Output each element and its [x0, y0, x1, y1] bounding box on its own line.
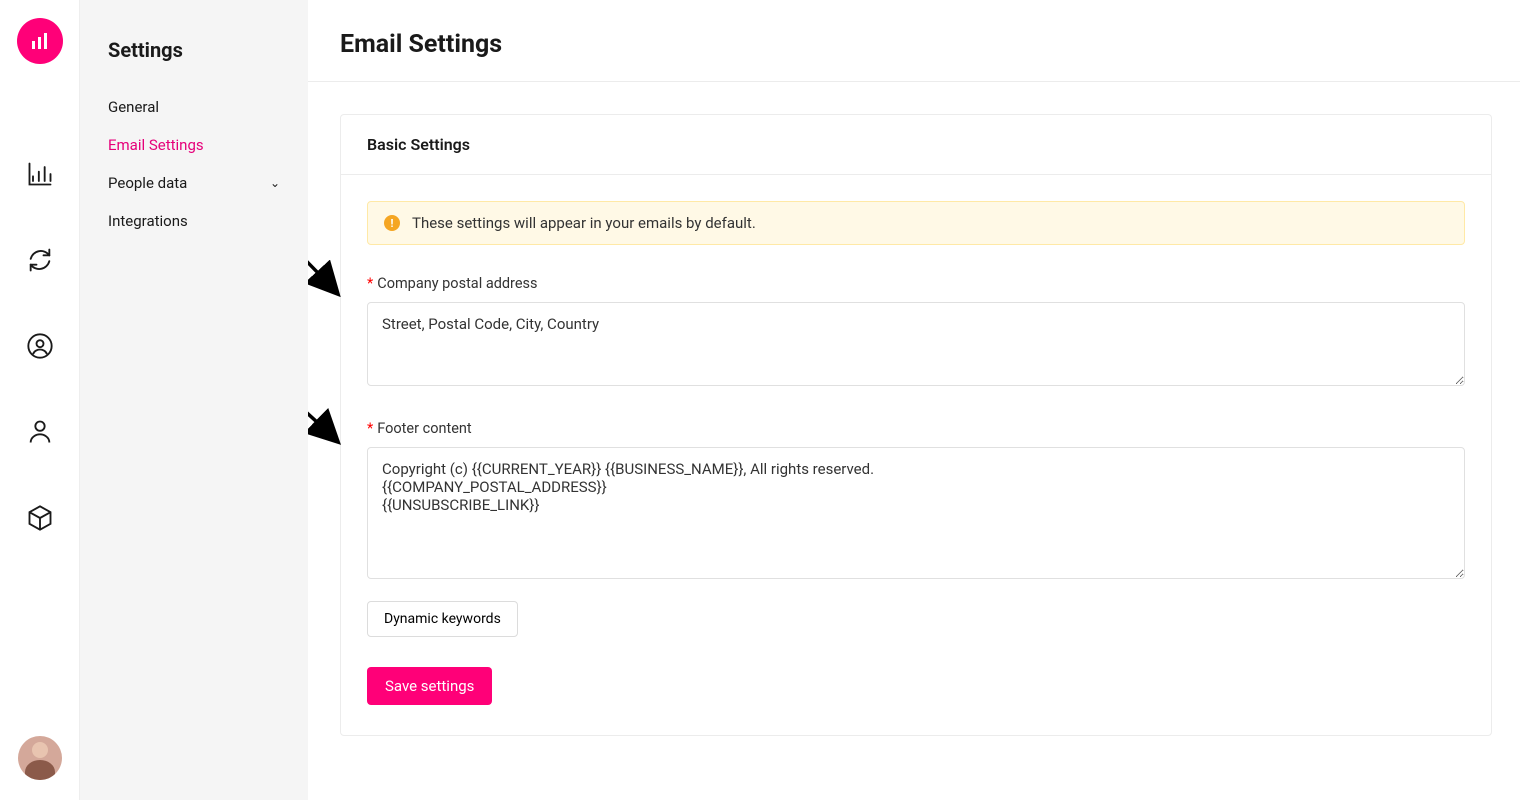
default-settings-alert: ! These settings will appear in your ema…	[367, 201, 1465, 245]
sidebar-item-people-data[interactable]: People data ⌄	[80, 164, 308, 202]
nav-sync[interactable]	[20, 240, 60, 280]
sidebar-item-label: People data	[108, 174, 187, 192]
sidebar-item-label: Integrations	[108, 212, 188, 230]
user-gear-icon	[26, 332, 54, 360]
footer-content-field: *Footer content	[367, 420, 1465, 583]
box-icon	[26, 504, 54, 532]
company-address-input[interactable]	[367, 302, 1465, 386]
footer-content-input[interactable]	[367, 447, 1465, 579]
sidebar-item-label: General	[108, 98, 159, 116]
chevron-down-icon: ⌄	[270, 176, 280, 190]
sidebar-item-email-settings[interactable]: Email Settings	[80, 126, 308, 164]
avatar[interactable]	[18, 736, 62, 780]
sidebar-item-label: Email Settings	[108, 136, 204, 154]
company-address-label: *Company postal address	[367, 275, 1465, 292]
logo[interactable]	[17, 18, 63, 64]
company-address-field: *Company postal address	[367, 275, 1465, 390]
sidebar-item-integrations[interactable]: Integrations	[80, 202, 308, 240]
alert-text: These settings will appear in your email…	[412, 214, 756, 232]
sync-icon	[26, 246, 54, 274]
sidebar-item-general[interactable]: General	[80, 88, 308, 126]
save-settings-button[interactable]: Save settings	[367, 667, 492, 705]
basic-settings-card: Basic Settings ! These settings will app…	[340, 114, 1492, 736]
page-title: Email Settings	[340, 30, 1492, 59]
bar-chart-icon	[26, 160, 54, 188]
divider	[308, 81, 1520, 82]
dynamic-keywords-button[interactable]: Dynamic keywords	[367, 601, 518, 637]
info-icon: !	[384, 215, 400, 231]
user-icon	[26, 418, 54, 446]
settings-sidebar: Settings General Email Settings People d…	[80, 0, 308, 800]
nav-user[interactable]	[20, 412, 60, 452]
nav-audience[interactable]	[20, 326, 60, 366]
nav-analytics[interactable]	[20, 154, 60, 194]
icon-rail	[0, 0, 80, 800]
card-header: Basic Settings	[341, 115, 1491, 175]
main-content: Email Settings Basic Settings ! These se…	[308, 0, 1520, 800]
sidebar-title: Settings	[80, 38, 308, 88]
nav-package[interactable]	[20, 498, 60, 538]
footer-content-label: *Footer content	[367, 420, 1465, 437]
chart-bars-icon	[28, 29, 52, 53]
